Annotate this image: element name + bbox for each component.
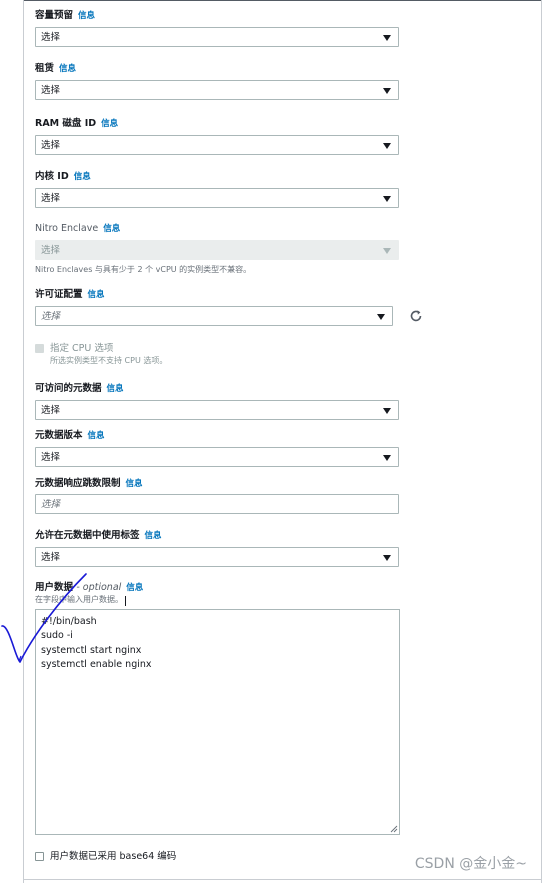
allow-tags-field: 允许在元数据中使用标签 信息 <box>35 530 162 542</box>
user-data-hint: 在字段中输入用户数据。 <box>35 595 123 604</box>
kernel-id-field: 内核 ID 信息 <box>35 171 91 183</box>
caret-down-icon <box>383 143 391 149</box>
nitro-enclave-description: Nitro Enclaves 与具有少于 2 个 vCPU 的实例类型不兼容。 <box>35 265 252 274</box>
specify-cpu-label: 指定 CPU 选项 <box>50 343 114 354</box>
ramdisk-id-info-link[interactable]: 信息 <box>101 119 118 129</box>
metadata-hop-limit-input[interactable]: 选择 <box>35 494 399 514</box>
metadata-version-value: 选择 <box>41 452 61 463</box>
caret-down-icon <box>383 555 391 561</box>
base64-field: 用户数据已采用 base64 编码 <box>50 851 176 863</box>
metadata-accessible-label: 可访问的元数据 <box>35 383 102 394</box>
allow-tags-label: 允许在元数据中使用标签 <box>35 530 140 541</box>
user-data-field: 用户数据 - optional 信息 在字段中输入用户数据。 <box>35 582 143 605</box>
capacity-reservation-label: 容量预留 <box>35 10 74 21</box>
tenancy-value: 选择 <box>41 85 61 96</box>
base64-label: 用户数据已采用 base64 编码 <box>50 851 177 862</box>
tenancy-select[interactable]: 选择 <box>35 80 399 100</box>
metadata-hop-limit-label: 元数据响应跳数限制 <box>35 478 121 489</box>
allow-tags-select[interactable]: 选择 <box>35 547 399 567</box>
ramdisk-id-field: RAM 磁盘 ID 信息 <box>35 118 118 130</box>
base64-checkbox[interactable] <box>35 852 44 861</box>
nitro-enclave-field: Nitro Enclave 信息 <box>35 223 120 235</box>
specify-cpu-text: 指定 CPU 选项 所选实例类型不支持 CPU 选项。 <box>50 343 167 366</box>
metadata-hop-limit-field: 元数据响应跳数限制 信息 <box>35 478 143 490</box>
kernel-id-info-link[interactable]: 信息 <box>74 172 91 182</box>
license-config-info-link[interactable]: 信息 <box>88 290 105 300</box>
caret-down-icon <box>383 248 391 254</box>
license-config-placeholder: 选择 <box>41 311 61 322</box>
tenancy-info-link[interactable]: 信息 <box>59 64 76 74</box>
metadata-accessible-field: 可访问的元数据 信息 <box>35 383 124 395</box>
caret-down-icon <box>383 88 391 94</box>
metadata-accessible-info-link[interactable]: 信息 <box>107 384 124 394</box>
panel-top-border <box>23 0 542 1</box>
user-data-line: systemctl start nginx <box>41 645 142 656</box>
license-config-field: 许可证配置 信息 <box>35 289 105 301</box>
watermark: CSDN @金小金~ <box>414 856 527 872</box>
metadata-hop-limit-placeholder: 选择 <box>41 499 61 510</box>
resize-handle-icon[interactable] <box>390 825 398 833</box>
nitro-enclave-label: Nitro Enclave <box>35 223 99 234</box>
user-data-textarea[interactable]: #!/bin/bash sudo -i systemctl start ngin… <box>35 609 400 835</box>
panel-left-border <box>23 0 24 883</box>
metadata-version-info-link[interactable]: 信息 <box>88 431 105 441</box>
nitro-enclave-select: 选择 <box>35 240 399 260</box>
kernel-id-select[interactable]: 选择 <box>35 188 399 208</box>
nitro-enclave-info-link[interactable]: 信息 <box>103 224 120 234</box>
tenancy-field: 租赁 信息 <box>35 63 76 75</box>
user-data-line: systemctl enable nginx <box>41 659 152 670</box>
caret-down-icon <box>383 455 391 461</box>
ramdisk-id-value: 选择 <box>41 140 61 151</box>
metadata-version-select[interactable]: 选择 <box>35 447 399 467</box>
capacity-reservation-field: 容量预留 信息 <box>35 10 95 22</box>
specify-cpu-description: 所选实例类型不支持 CPU 选项。 <box>50 356 168 365</box>
user-data-line: #!/bin/bash <box>41 616 97 627</box>
capacity-reservation-value: 选择 <box>41 32 61 43</box>
user-data-optional: - optional <box>76 582 122 593</box>
refresh-icon[interactable] <box>409 309 423 323</box>
allow-tags-info-link[interactable]: 信息 <box>145 531 162 541</box>
capacity-reservation-info-link[interactable]: 信息 <box>78 11 95 21</box>
metadata-version-field: 元数据版本 信息 <box>35 430 105 442</box>
metadata-accessible-select[interactable]: 选择 <box>35 400 399 420</box>
text-cursor <box>125 596 126 606</box>
caret-down-icon <box>383 35 391 41</box>
tenancy-label: 租赁 <box>35 63 55 74</box>
panel-bottom-border <box>23 879 542 880</box>
license-config-label: 许可证配置 <box>35 289 83 300</box>
metadata-version-label: 元数据版本 <box>35 430 83 441</box>
specify-cpu-checkbox <box>35 344 44 353</box>
metadata-hop-limit-info-link[interactable]: 信息 <box>126 479 143 489</box>
allow-tags-value: 选择 <box>41 552 61 563</box>
nitro-enclave-value: 选择 <box>41 245 61 256</box>
kernel-id-value: 选择 <box>41 193 61 204</box>
caret-down-icon <box>383 408 391 414</box>
caret-down-icon <box>377 314 385 320</box>
capacity-reservation-select[interactable]: 选择 <box>35 27 399 47</box>
user-data-label: 用户数据 <box>35 582 74 593</box>
user-data-info-link[interactable]: 信息 <box>126 583 143 593</box>
metadata-accessible-value: 选择 <box>41 405 61 416</box>
user-data-line: sudo -i <box>41 630 73 641</box>
license-config-select[interactable]: 选择 <box>35 306 393 326</box>
ramdisk-id-select[interactable]: 选择 <box>35 135 399 155</box>
kernel-id-label: 内核 ID <box>35 171 69 182</box>
caret-down-icon <box>383 196 391 202</box>
ramdisk-id-label: RAM 磁盘 ID <box>35 118 97 129</box>
